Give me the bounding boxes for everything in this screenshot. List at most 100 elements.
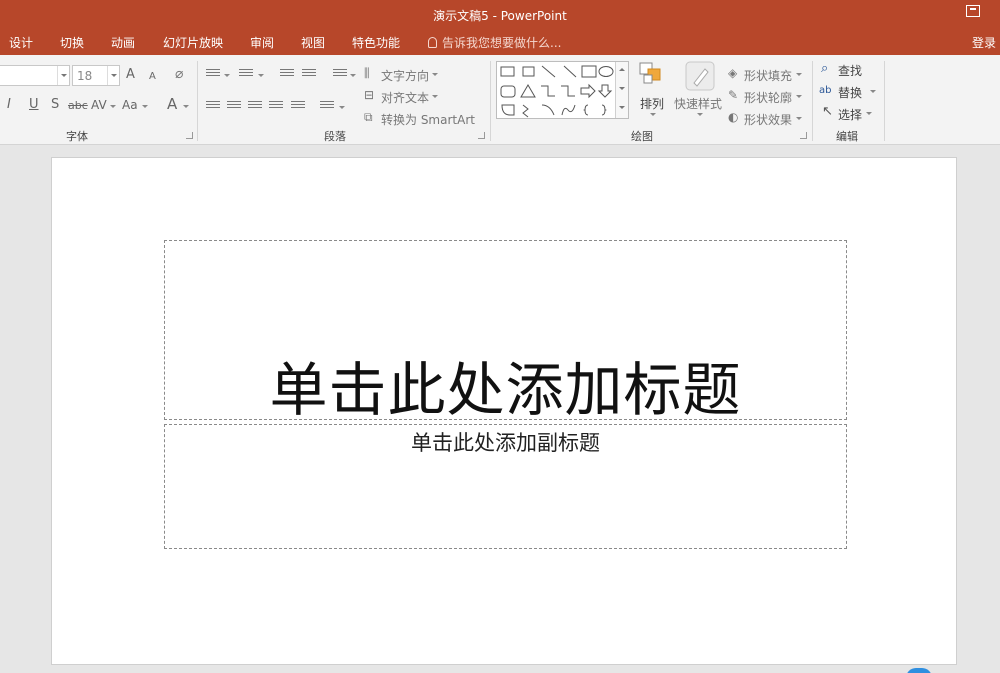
shapes-gallery[interactable] bbox=[496, 61, 629, 119]
chevron-down-icon[interactable] bbox=[107, 66, 119, 85]
group-divider bbox=[884, 61, 885, 141]
subtitle-placeholder-text[interactable]: 单击此处添加副标题 bbox=[165, 427, 846, 457]
gallery-scrollbar[interactable] bbox=[615, 62, 628, 118]
ribbon-display-options-icon[interactable] bbox=[966, 5, 980, 17]
subtitle-placeholder[interactable]: 单击此处添加副标题 bbox=[164, 424, 847, 549]
cursor-arrow-icon[interactable]: ↖ bbox=[822, 105, 833, 119]
clear-formatting-icon[interactable]: ⌀ bbox=[175, 67, 183, 81]
chevron-down-icon[interactable] bbox=[796, 117, 802, 120]
shape-effects-button[interactable]: 形状效果 bbox=[744, 111, 792, 128]
chevron-down-icon[interactable] bbox=[697, 113, 703, 116]
distributed-icon[interactable] bbox=[291, 101, 305, 112]
drawing-group-label: 绘图 bbox=[631, 130, 653, 143]
replace-icon[interactable]: ab bbox=[819, 84, 831, 98]
drawing-dialog-launcher-icon[interactable] bbox=[800, 132, 807, 139]
chevron-down-icon[interactable] bbox=[870, 90, 876, 93]
font-group-label: 字体 bbox=[66, 130, 88, 143]
text-direction-icon[interactable]: ⫼ bbox=[364, 66, 370, 80]
lightbulb-icon bbox=[428, 37, 437, 48]
window-title: 演示文稿5 - PowerPoint bbox=[433, 9, 567, 23]
character-spacing-button[interactable]: AV bbox=[91, 98, 107, 112]
increase-indent-icon[interactable] bbox=[302, 69, 316, 80]
editing-group-label: 编辑 bbox=[836, 130, 858, 143]
chevron-down-icon[interactable] bbox=[432, 73, 438, 76]
chevron-down-icon[interactable] bbox=[650, 113, 656, 116]
quick-styles-button[interactable]: 快速样式 bbox=[674, 95, 722, 112]
columns-icon[interactable] bbox=[320, 101, 334, 112]
grow-font-icon[interactable]: A bbox=[126, 68, 135, 82]
group-divider bbox=[812, 61, 813, 141]
numbering-icon[interactable] bbox=[239, 69, 253, 80]
chevron-down-icon[interactable] bbox=[258, 74, 264, 77]
chevron-down-icon[interactable] bbox=[224, 74, 230, 77]
strikethrough-button[interactable]: abc bbox=[68, 99, 88, 113]
line-spacing-icon[interactable] bbox=[333, 69, 347, 80]
slide-canvas[interactable]: 单击此处添加标题 单击此处添加副标题 bbox=[51, 157, 957, 665]
arrange-icon[interactable] bbox=[639, 62, 665, 86]
tab-design[interactable]: 设计 bbox=[9, 34, 33, 51]
replace-button[interactable]: 替换 bbox=[838, 84, 862, 101]
title-placeholder-text[interactable]: 单击此处添加标题 bbox=[165, 343, 846, 427]
pen-icon[interactable]: ✎ bbox=[728, 88, 738, 102]
align-text-button[interactable]: 对齐文本 bbox=[381, 89, 429, 106]
find-button[interactable]: 查找 bbox=[838, 62, 862, 79]
scroll-up-icon[interactable] bbox=[619, 68, 625, 71]
underline-button[interactable]: U bbox=[29, 98, 39, 112]
decrease-indent-icon[interactable] bbox=[280, 69, 294, 80]
align-center-icon[interactable] bbox=[227, 101, 241, 112]
chevron-down-icon[interactable] bbox=[796, 73, 802, 76]
italic-button[interactable]: I bbox=[7, 98, 11, 112]
text-direction-button[interactable]: 文字方向 bbox=[381, 67, 429, 84]
ribbon-tab-row: 设计 切换 动画 幻灯片放映 审阅 视图 特色功能 告诉我您想要做什么... 登… bbox=[0, 30, 1000, 55]
group-divider bbox=[490, 61, 491, 141]
paragraph-group-label: 段落 bbox=[324, 130, 346, 143]
chevron-down-icon[interactable] bbox=[350, 74, 356, 77]
font-name-combo[interactable] bbox=[0, 65, 70, 86]
group-divider bbox=[197, 61, 198, 141]
shrink-font-icon[interactable]: A bbox=[149, 70, 156, 84]
tab-special-features[interactable]: 特色功能 bbox=[352, 34, 400, 51]
paragraph-dialog-launcher-icon[interactable] bbox=[478, 132, 485, 139]
arrange-button[interactable]: 排列 bbox=[640, 95, 664, 112]
justify-icon[interactable] bbox=[269, 101, 283, 112]
text-shadow-button[interactable]: S bbox=[51, 98, 59, 112]
align-left-icon[interactable] bbox=[206, 101, 220, 112]
shape-outline-button[interactable]: 形状轮廓 bbox=[744, 89, 792, 106]
chevron-down-icon[interactable] bbox=[57, 66, 69, 85]
notification-badge-icon[interactable] bbox=[906, 668, 932, 673]
font-color-button[interactable]: A bbox=[167, 97, 177, 112]
chevron-down-icon[interactable] bbox=[142, 105, 148, 108]
gallery-more-icon[interactable] bbox=[619, 106, 625, 109]
change-case-button[interactable]: Aa bbox=[122, 98, 138, 112]
font-size-combo[interactable]: 18 bbox=[72, 65, 120, 86]
smartart-icon[interactable]: ⧉ bbox=[364, 110, 373, 124]
paint-bucket-icon[interactable]: ◈ bbox=[728, 66, 737, 80]
shapes-icons[interactable] bbox=[498, 63, 616, 119]
chevron-down-icon[interactable] bbox=[866, 112, 872, 115]
tab-slide-show[interactable]: 幻灯片放映 bbox=[163, 34, 223, 51]
chevron-down-icon[interactable] bbox=[110, 105, 116, 108]
align-text-icon[interactable]: ⊟ bbox=[364, 88, 374, 102]
align-right-icon[interactable] bbox=[248, 101, 262, 112]
chevron-down-icon[interactable] bbox=[339, 106, 345, 109]
tell-me-box[interactable]: 告诉我您想要做什么... bbox=[428, 34, 561, 51]
chevron-down-icon[interactable] bbox=[432, 95, 438, 98]
sign-in-link[interactable]: 登录 bbox=[972, 34, 996, 51]
select-button[interactable]: 选择 bbox=[838, 106, 862, 123]
font-dialog-launcher-icon[interactable] bbox=[186, 132, 193, 139]
tab-view[interactable]: 视图 bbox=[301, 34, 325, 51]
chevron-down-icon[interactable] bbox=[183, 105, 189, 108]
font-size-value: 18 bbox=[77, 69, 93, 83]
quick-styles-icon[interactable] bbox=[685, 61, 715, 91]
tab-review[interactable]: 审阅 bbox=[250, 34, 274, 51]
title-placeholder[interactable]: 单击此处添加标题 bbox=[164, 240, 847, 424]
scroll-down-icon[interactable] bbox=[619, 87, 625, 90]
convert-smartart-button[interactable]: 转换为 SmartArt bbox=[381, 111, 475, 128]
tab-transitions[interactable]: 切换 bbox=[60, 34, 84, 51]
tab-animations[interactable]: 动画 bbox=[111, 34, 135, 51]
search-icon[interactable]: ⌕ bbox=[821, 62, 828, 76]
bullets-icon[interactable] bbox=[206, 69, 220, 80]
chevron-down-icon[interactable] bbox=[796, 95, 802, 98]
shape-effects-icon[interactable]: ◐ bbox=[728, 110, 738, 124]
shape-fill-button[interactable]: 形状填充 bbox=[744, 67, 792, 84]
